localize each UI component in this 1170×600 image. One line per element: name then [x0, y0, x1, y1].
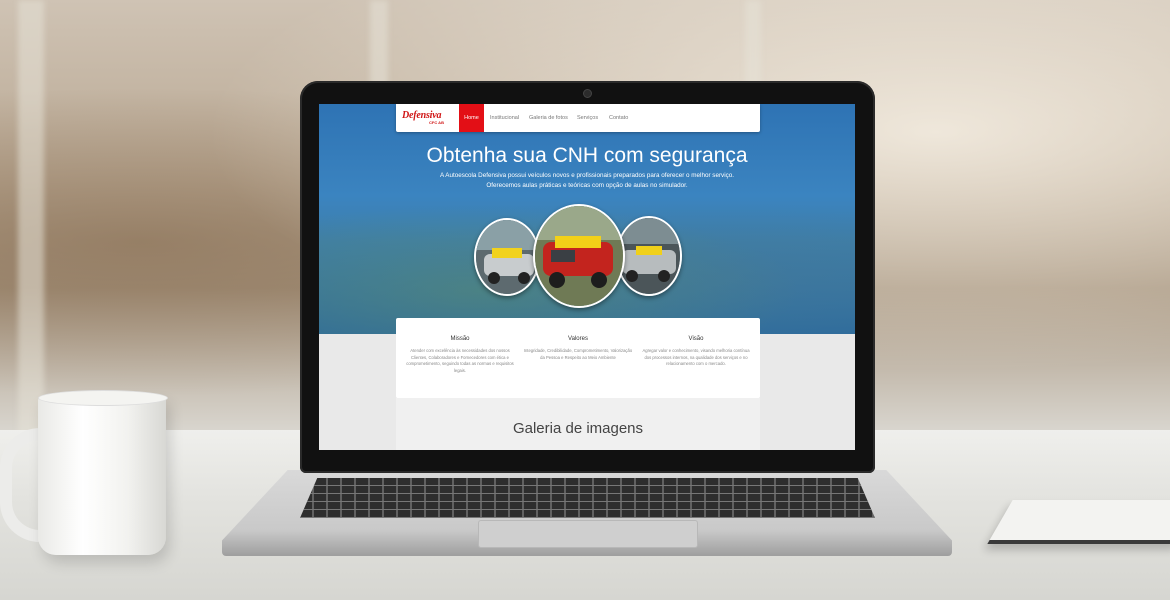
mission-title: Missão [450, 336, 470, 342]
hero-description-2: Oferecemos aulas práticas e teóricas com… [486, 182, 688, 189]
coffee-mug [38, 395, 166, 555]
hero-title: Obtenha sua CNH com segurança [426, 144, 748, 167]
car-photo-center [533, 204, 625, 308]
gallery-section: Galeria de imagens [396, 398, 760, 450]
nav-contato[interactable]: Contato [609, 104, 628, 132]
info-panel: Missão Atender com excelência às necessi… [396, 318, 760, 398]
mug-rim [38, 390, 168, 406]
vision-title: Visão [688, 336, 704, 342]
notebook [987, 500, 1170, 544]
gallery-title: Galeria de imagens [512, 420, 644, 437]
hero-section: Defensiva CFC AB Home Institucional Gale… [319, 104, 855, 334]
webcam [583, 89, 592, 98]
trackpad [478, 520, 698, 548]
car-photo-left [474, 218, 540, 296]
nav-servicos[interactable]: Serviços [577, 104, 598, 132]
mission-text: Atender com excelência às necessidades d… [406, 348, 514, 373]
values-text: Integridade, Credibilidade, Comprometime… [523, 348, 633, 360]
navbar: Defensiva CFC AB Home Institucional Gale… [396, 104, 760, 132]
window-frame [18, 0, 44, 440]
keyboard-rows [300, 478, 875, 518]
nav-galeria-de-fotos[interactable]: Galeria de fotos [529, 104, 568, 132]
values-title: Valores [568, 336, 588, 342]
hero-description-1: A Autoescola Defensiva possui veículos n… [439, 172, 734, 179]
nav-home[interactable]: Home [459, 104, 484, 132]
nav-institucional[interactable]: Institucional [490, 104, 519, 132]
site-logo-sub: CFC AB [429, 120, 444, 125]
car-photo-right [616, 216, 682, 296]
vision-text: Agregar valor e conhecimento, visando me… [642, 348, 750, 367]
laptop-screen: Defensiva CFC AB Home Institucional Gale… [319, 104, 855, 450]
